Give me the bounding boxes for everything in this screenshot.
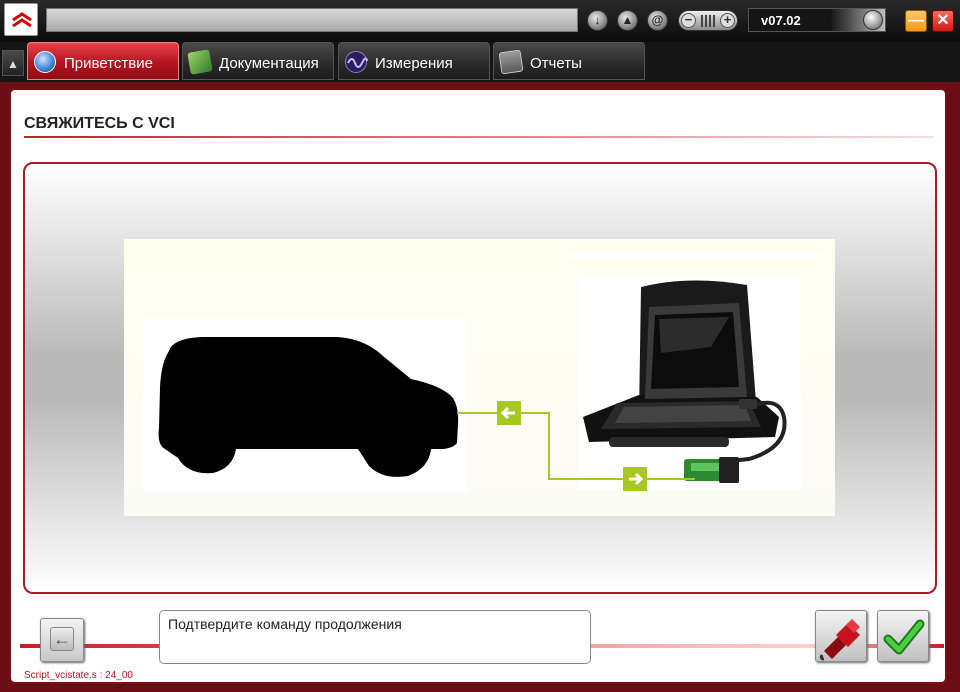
vci-connect-button[interactable] — [815, 610, 867, 662]
tab-measurements[interactable]: Измерения — [338, 42, 490, 80]
citroen-logo — [4, 3, 38, 36]
tab-welcome[interactable]: Приветствие — [27, 42, 179, 80]
version-label: v07.02 — [761, 13, 801, 28]
confirm-button[interactable] — [877, 610, 929, 662]
title-bar: ↓ ▲ @ − + v07.02 — ✕ — [0, 0, 960, 42]
arrow-left-icon: ← — [50, 627, 74, 651]
script-label: Script_vcistate.s : 24_00 — [24, 670, 133, 681]
tab-documentation[interactable]: Документация — [182, 42, 334, 80]
tab-bar: ▲ Приветствие Документация Измерения Отч… — [0, 42, 960, 82]
clipboard-icon — [498, 49, 524, 75]
volume-level — [701, 15, 717, 27]
vehicle-silhouette — [158, 337, 459, 477]
settings-knob-icon[interactable] — [863, 10, 883, 30]
checkmark-icon — [883, 619, 925, 655]
at-icon[interactable]: @ — [647, 10, 668, 31]
download-icon[interactable]: ↓ — [587, 10, 608, 31]
connection-line — [521, 412, 625, 480]
tab-label: Приветствие — [64, 55, 153, 72]
tab-label: Отчеты — [530, 55, 582, 72]
version-indicator: v07.02 — [748, 8, 886, 32]
tab-reports[interactable]: Отчеты — [493, 42, 645, 80]
arrow-left-icon — [497, 401, 521, 425]
vehicle-panel — [143, 318, 467, 491]
minimize-button[interactable]: — — [905, 10, 927, 32]
volume-control[interactable]: − + — [678, 10, 738, 31]
back-button[interactable]: ← — [40, 618, 84, 662]
title-field — [46, 8, 578, 32]
title-divider — [24, 136, 934, 138]
wave-icon — [345, 51, 368, 73]
close-button[interactable]: ✕ — [932, 10, 954, 32]
collapse-toggle[interactable]: ▲ — [2, 50, 24, 76]
tab-label: Измерения — [375, 55, 453, 72]
vci-connector-icon — [819, 619, 860, 661]
volume-down-icon[interactable]: − — [681, 13, 696, 28]
status-message: Подтвердите команду продолжения — [168, 616, 402, 632]
status-message-box: Подтвердите команду продолжения — [159, 610, 591, 664]
globe-icon — [34, 51, 56, 73]
connection-diagram — [457, 401, 695, 491]
book-icon — [187, 49, 213, 75]
tab-label: Документация — [219, 55, 319, 72]
illustration-highlight — [567, 253, 822, 259]
volume-up-icon[interactable]: + — [720, 13, 735, 28]
chevron-up-icon: ▲ — [7, 57, 19, 71]
page-title: СВЯЖИТЕСЬ С VCI — [24, 115, 175, 132]
arrow-right-icon — [623, 467, 647, 491]
rocket-icon[interactable]: ▲ — [617, 10, 638, 31]
